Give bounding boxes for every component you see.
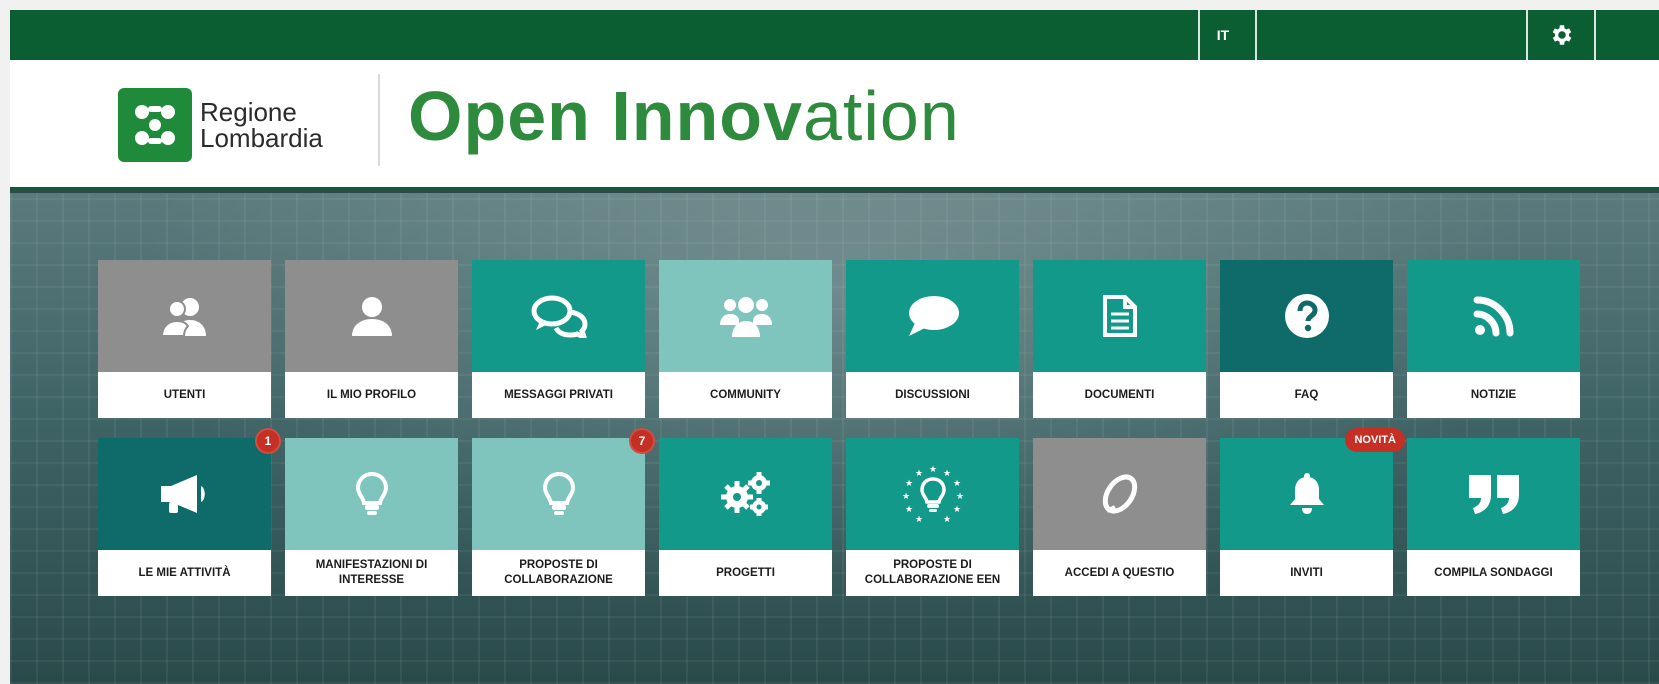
tile-faq[interactable]: FAQ: [1220, 260, 1393, 418]
tile-label: MANIFESTAZIONI DI INTERESSE: [285, 550, 458, 596]
tile-label: INVITI: [1220, 550, 1393, 596]
tile-utenti[interactable]: UTENTI: [98, 260, 271, 418]
tile-il-mio-profilo[interactable]: IL MIO PROFILO: [285, 260, 458, 418]
tile-community[interactable]: COMMUNITY: [659, 260, 832, 418]
tile-icon-area: [1407, 260, 1580, 372]
svg-text:★: ★: [952, 505, 960, 515]
tile-label: PROPOSTE DI COLLABORAZIONE EEN: [846, 550, 1019, 596]
tile-le-mie-attivita[interactable]: LE MIE ATTIVITÀ 1: [98, 428, 281, 596]
tile-icon-area: [285, 438, 458, 550]
tile-icon-area: [98, 260, 271, 372]
tile-icon-area: [472, 260, 645, 372]
header-divider: [378, 74, 380, 166]
tile-icon-area: [1220, 260, 1393, 372]
user-icon: [350, 296, 394, 336]
speech-bubble-icon: [907, 295, 959, 337]
document-icon: [1102, 294, 1138, 338]
tile-label: COMPILA SONDAGGI: [1407, 550, 1580, 596]
lightbulb-icon: [355, 471, 389, 517]
rss-icon: [1472, 294, 1516, 338]
bell-icon: [1288, 473, 1326, 515]
app-frame: IT Regione Lombardia Open Innovation UTE…: [10, 10, 1659, 684]
chat-bubbles-icon: [530, 294, 588, 338]
tile-label: PROPOSTE DI COLLABORAZIONE: [472, 550, 645, 596]
site-title[interactable]: Open Innovation: [408, 76, 960, 156]
tile-compila-sondaggi[interactable]: COMPILA SONDAGGI: [1407, 438, 1580, 596]
new-badge: NOVITÀ: [1345, 428, 1405, 452]
tile-documenti[interactable]: DOCUMENTI: [1033, 260, 1206, 418]
quote-icon: [1467, 473, 1521, 515]
tile-icon-area: [98, 438, 271, 550]
tile-proposte-di-collaborazione-een[interactable]: ★ ★ ★ ★ ★ ★ ★ ★ ★ ★ ★ PROPOSTE DI COLLABORAZIONE…: [846, 438, 1019, 596]
tile-progetti[interactable]: PROGETTI: [659, 438, 832, 596]
tile-label: NOTIZIE: [1407, 372, 1580, 418]
topbar-divider: [1255, 10, 1257, 60]
tile-label: FAQ: [1220, 372, 1393, 418]
tile-label: COMMUNITY: [659, 372, 832, 418]
notification-badge: 7: [629, 428, 655, 454]
tile-icon-area: [659, 438, 832, 550]
tile-label: DOCUMENTI: [1033, 372, 1206, 418]
tile-messaggi-privati[interactable]: MESSAGGI PRIVATI: [472, 260, 645, 418]
tile-icon-area: [659, 260, 832, 372]
tile-inviti[interactable]: INVITI NOVITÀ: [1220, 428, 1405, 596]
topbar-divider: [1198, 10, 1200, 60]
lightbulb-icon: [542, 471, 576, 517]
tile-label: PROGETTI: [659, 550, 832, 596]
settings-button[interactable]: [1530, 10, 1594, 60]
tile-label: MESSAGGI PRIVATI: [472, 372, 645, 418]
tile-label: UTENTI: [98, 372, 271, 418]
tile-label: LE MIE ATTIVITÀ: [98, 550, 271, 596]
topbar-divider: [1594, 10, 1596, 60]
group-icon: [719, 295, 772, 337]
tile-accedi-a-questio[interactable]: ACCEDI A QUESTIO: [1033, 438, 1206, 596]
svg-text:★: ★: [952, 479, 960, 489]
megaphone-icon: [159, 474, 211, 514]
regione-lombardia-logo[interactable]: Regione Lombardia: [118, 88, 323, 162]
site-header: Regione Lombardia Open Innovation: [10, 60, 1659, 190]
tile-label: IL MIO PROFILO: [285, 372, 458, 418]
users-icon: [161, 296, 208, 336]
notification-badge: 1: [255, 428, 281, 454]
svg-text:★: ★: [914, 469, 922, 479]
tile-manifestazioni-di-interesse[interactable]: MANIFESTAZIONI DI INTERESSE: [285, 438, 458, 596]
svg-text:★: ★: [901, 492, 909, 502]
tile-icon-area: [285, 260, 458, 372]
tile-icon-area: [1407, 438, 1580, 550]
tile-discussioni[interactable]: DISCUSSIONI: [846, 260, 1019, 418]
tile-icon-area: [472, 438, 645, 550]
gears-icon: [720, 471, 771, 517]
logo-text: Regione Lombardia: [200, 99, 323, 151]
eu-lightbulb-icon: ★ ★ ★ ★ ★ ★ ★ ★ ★ ★ ★: [901, 463, 965, 525]
tile-notizie[interactable]: NOTIZIE: [1407, 260, 1580, 418]
tile-label: DISCUSSIONI: [846, 372, 1019, 418]
tile-icon-area: ★ ★ ★ ★ ★ ★ ★ ★ ★ ★ ★: [846, 438, 1019, 550]
svg-text:★: ★: [904, 505, 912, 515]
svg-text:★: ★: [942, 469, 950, 479]
tile-icon-area: [846, 260, 1019, 372]
svg-text:★: ★: [928, 465, 936, 475]
rose-camuna-icon: [118, 88, 192, 162]
language-selector[interactable]: IT: [1201, 10, 1245, 60]
tile-label: ACCEDI A QUESTIO: [1033, 550, 1206, 596]
logo-line-2: Lombardia: [200, 123, 323, 153]
logo-line-1: Regione: [200, 97, 297, 127]
tile-icon-area: [1033, 438, 1206, 550]
tile-proposte-di-collaborazione[interactable]: PROPOSTE DI COLLABORAZIONE 7: [472, 428, 655, 596]
svg-text:★: ★: [942, 515, 950, 525]
questio-icon: [1097, 471, 1143, 517]
tile-icon-area: [1220, 438, 1393, 550]
tile-icon-area: [1033, 260, 1206, 372]
question-icon: [1284, 293, 1330, 339]
svg-text:★: ★: [904, 479, 912, 489]
svg-text:★: ★: [914, 515, 922, 525]
site-title-light: ation: [803, 77, 960, 155]
top-bar: IT: [10, 10, 1659, 60]
site-title-bold: Open Innov: [408, 77, 803, 155]
gear-icon: [1549, 22, 1575, 48]
topbar-divider: [1526, 10, 1528, 60]
svg-text:★: ★: [955, 492, 963, 502]
